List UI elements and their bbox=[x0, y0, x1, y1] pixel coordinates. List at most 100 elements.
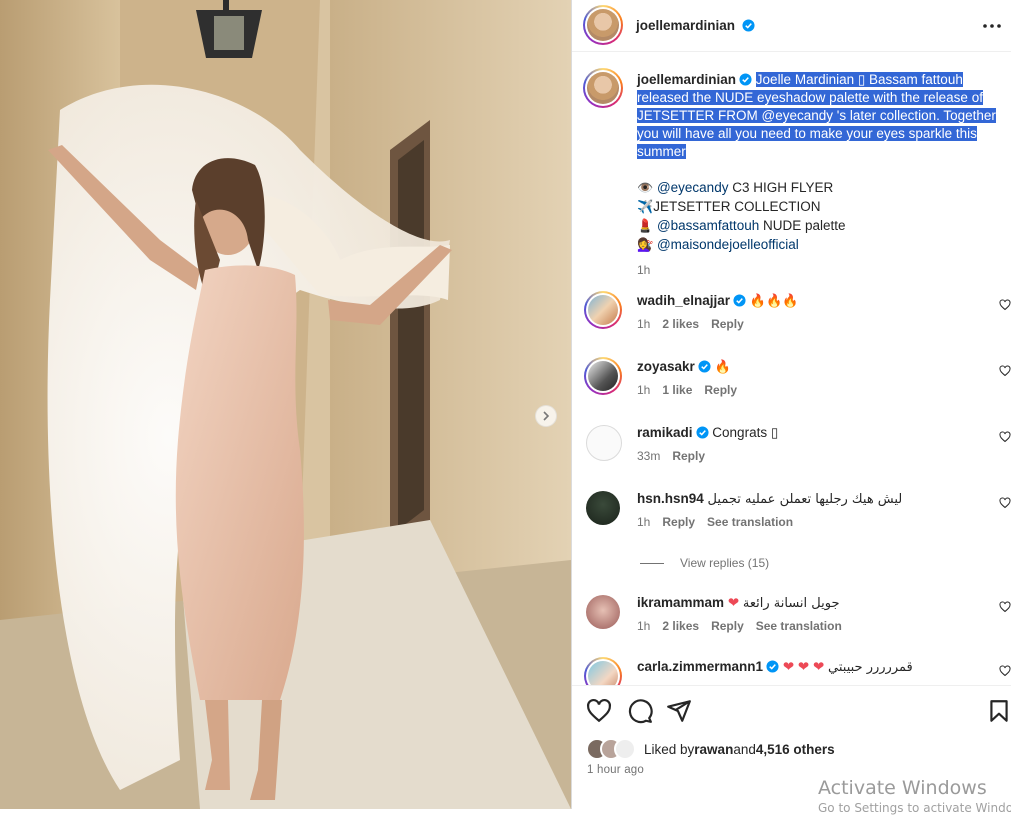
verified-icon bbox=[739, 73, 752, 86]
verified-icon bbox=[733, 294, 746, 307]
reply-button[interactable]: Reply bbox=[672, 449, 705, 463]
mention-link[interactable]: @maisondejoelleofficial bbox=[657, 237, 799, 252]
commenter-avatar[interactable] bbox=[586, 491, 620, 525]
comment-icon[interactable] bbox=[627, 698, 653, 724]
credit-line: ✈️JETSETTER COLLECTION bbox=[637, 198, 997, 217]
comment-username[interactable]: ramikadi bbox=[637, 425, 693, 440]
caption-line: summer bbox=[637, 144, 686, 159]
heart-icon[interactable] bbox=[999, 497, 1011, 509]
heart-icon[interactable] bbox=[999, 431, 1011, 443]
liked-by-and: and bbox=[733, 741, 756, 757]
windows-watermark-subtitle: Go to Settings to activate Windows. bbox=[818, 801, 1011, 815]
commenter-avatar[interactable] bbox=[584, 657, 622, 685]
comment-item: zoyasakr 🔥 1h 1 like Reply bbox=[572, 357, 1011, 417]
post-image bbox=[0, 0, 571, 809]
view-replies-label[interactable]: View replies (15) bbox=[680, 556, 769, 570]
comment-text: Congrats ▯ bbox=[712, 425, 779, 440]
caption-line: released the NUDE eyeshadow palette with… bbox=[637, 90, 983, 105]
comment-username[interactable]: zoyasakr bbox=[637, 359, 695, 374]
heart-emoji-icon: ❤ bbox=[727, 595, 740, 610]
credit-text: NUDE palette bbox=[759, 218, 846, 233]
comment-item: ramikadi Congrats ▯ 33m Reply bbox=[572, 423, 1011, 483]
comment-username[interactable]: ikramammam bbox=[637, 595, 724, 610]
heart-icon[interactable] bbox=[999, 665, 1011, 677]
commenter-avatar[interactable] bbox=[584, 357, 622, 395]
author-avatar[interactable] bbox=[583, 5, 623, 45]
credit-line: 💇‍♀️ @maisondejoelleofficial bbox=[637, 236, 997, 255]
comment-item: carla.zimmermann1 ❤ ❤ ❤ قمررررر حبيبتي bbox=[572, 657, 1011, 685]
credit-line: 💄 @bassamfattouh NUDE palette bbox=[637, 217, 997, 236]
post-caption: joellemardinian Joelle Mardinian ▯ Bassa… bbox=[637, 71, 997, 279]
divider-dash bbox=[640, 563, 664, 565]
airplane-icon: ✈️ bbox=[637, 200, 654, 215]
credit-text: JETSETTER COLLECTION bbox=[653, 199, 821, 214]
see-translation-link[interactable]: See translation bbox=[756, 619, 842, 633]
reply-button[interactable]: Reply bbox=[711, 317, 744, 331]
comment-item: hsn.hsn94 ليش هيك رجليها تعملن عمليه تجم… bbox=[572, 489, 1011, 549]
comment-text: 🔥🔥🔥 bbox=[749, 294, 799, 309]
comment-username[interactable]: wadih_elnajjar bbox=[637, 293, 730, 308]
heart-icon[interactable] bbox=[999, 299, 1011, 311]
caption-time: 1h bbox=[637, 263, 651, 277]
comment-text: قمررررر حبيبتي bbox=[828, 660, 913, 675]
credit-line: 👁️ @eyecandy C3 HIGH FLYER bbox=[637, 179, 997, 198]
comment-username[interactable]: hsn.hsn94 bbox=[637, 491, 704, 506]
heart-icon[interactable] bbox=[999, 601, 1011, 613]
comment-text: جويل انسانة رائعة bbox=[742, 596, 840, 611]
verified-icon bbox=[695, 426, 709, 439]
comment-time: 33m bbox=[637, 449, 661, 463]
reply-button[interactable]: Reply bbox=[704, 383, 737, 397]
caption-line: Joelle Mardinian ▯ Bassam fattouh bbox=[755, 72, 963, 87]
bookmark-icon[interactable] bbox=[986, 698, 1011, 724]
likes-summary[interactable]: Liked by rawan and 4,516 others bbox=[586, 738, 835, 760]
next-image-button[interactable] bbox=[535, 405, 557, 427]
comments-scroll-area[interactable]: joellemardinian Joelle Mardinian ▯ Bassa… bbox=[572, 53, 1011, 685]
heart-icon[interactable] bbox=[999, 365, 1011, 377]
comment-time: 1h bbox=[637, 515, 651, 529]
post-photo[interactable] bbox=[0, 0, 571, 809]
liker-avatar bbox=[614, 738, 636, 760]
post-time: 1 hour ago bbox=[587, 764, 644, 776]
comment-time: 1h bbox=[637, 317, 651, 331]
post-side-panel: joellemardinian joellemardinian Joelle M… bbox=[572, 0, 1011, 809]
caption-line: you will have all you need to make your … bbox=[637, 126, 977, 141]
comment-text: ليش هيك رجليها تعملن عمليه تجميل bbox=[707, 492, 903, 507]
post-header: joellemardinian bbox=[572, 0, 1011, 52]
author-username[interactable]: joellemardinian bbox=[636, 18, 735, 33]
reply-button[interactable]: Reply bbox=[711, 619, 744, 633]
comment-likes[interactable]: 2 likes bbox=[662, 619, 699, 633]
comment-item: wadih_elnajjar 🔥🔥🔥 1h 2 likes Reply bbox=[572, 291, 1011, 351]
see-translation-link[interactable]: See translation bbox=[707, 515, 793, 529]
comment-time: 1h bbox=[637, 383, 651, 397]
verified-icon bbox=[742, 19, 756, 32]
liked-by-prefix: Liked by bbox=[644, 741, 695, 757]
commenter-avatar[interactable] bbox=[586, 595, 620, 629]
caption-line: JETSETTER FROM @eyecandy 's later collec… bbox=[637, 108, 996, 123]
comment-likes[interactable]: 1 like bbox=[662, 383, 692, 397]
view-replies-button[interactable]: View replies (15) bbox=[640, 556, 769, 570]
haircut-icon: 💇‍♀️ bbox=[637, 238, 654, 253]
caption-username[interactable]: joellemardinian bbox=[637, 72, 736, 87]
chevron-right-icon bbox=[543, 411, 550, 421]
verified-icon bbox=[766, 660, 779, 673]
mention-link[interactable]: @bassamfattouh bbox=[657, 218, 759, 233]
caption-avatar[interactable] bbox=[583, 68, 623, 108]
mention-link[interactable]: @eyecandy bbox=[657, 180, 729, 195]
likes-count[interactable]: 4,516 others bbox=[756, 742, 835, 757]
verified-icon bbox=[698, 360, 711, 373]
comment-username[interactable]: carla.zimmermann1 bbox=[637, 659, 763, 674]
liked-by-user[interactable]: rawan bbox=[694, 742, 733, 757]
more-icon[interactable] bbox=[981, 16, 1003, 36]
hearts-emoji-icon: ❤ ❤ ❤ bbox=[782, 659, 825, 674]
action-bar bbox=[572, 685, 1011, 735]
windows-watermark: Activate Windows bbox=[818, 777, 987, 799]
lipstick-icon: 💄 bbox=[637, 219, 654, 234]
comment-time: 1h bbox=[637, 619, 651, 633]
heart-icon[interactable] bbox=[586, 698, 612, 724]
commenter-avatar[interactable] bbox=[584, 291, 622, 329]
comment-likes[interactable]: 2 likes bbox=[662, 317, 699, 331]
commenter-avatar[interactable] bbox=[586, 425, 622, 461]
reply-button[interactable]: Reply bbox=[662, 515, 695, 529]
share-icon[interactable] bbox=[666, 698, 692, 724]
eye-icon: 👁️ bbox=[637, 181, 654, 196]
